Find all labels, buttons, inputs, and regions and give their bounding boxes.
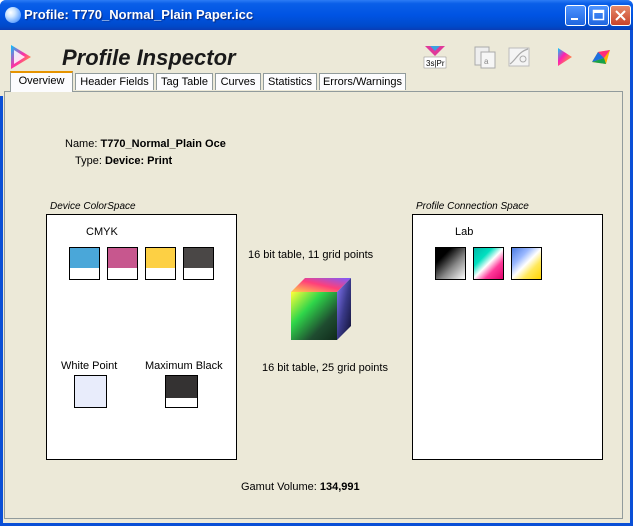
lab-label: Lab bbox=[455, 226, 474, 238]
curves-tool-icon[interactable] bbox=[506, 44, 532, 70]
tab-tag-table[interactable]: Tag Table bbox=[156, 73, 213, 90]
tab-overview[interactable]: Overview bbox=[10, 71, 73, 92]
tag-table-tool-icon[interactable]: a bbox=[472, 44, 498, 70]
tab-header-fields-label: Header Fields bbox=[80, 76, 149, 88]
tab-errors-warnings[interactable]: Errors/Warnings bbox=[319, 73, 406, 90]
black-swatch[interactable] bbox=[183, 247, 214, 280]
device-colorspace-label: Device ColorSpace bbox=[50, 201, 136, 212]
cmyk-label: CMYK bbox=[86, 226, 118, 238]
tab-errors-warnings-label: Errors/Warnings bbox=[322, 76, 403, 88]
gamut-volume-row: Gamut Volume: 134,991 bbox=[241, 481, 360, 493]
svg-text:a: a bbox=[484, 57, 489, 66]
window-title: Profile: T770_Normal_Plain Paper.icc bbox=[24, 7, 254, 22]
tab-tag-table-label: Tag Table bbox=[161, 76, 208, 88]
a2b-table-info: 16 bit table, 11 grid points bbox=[248, 249, 374, 261]
type-value: Device: Print bbox=[104, 155, 173, 167]
minimize-button[interactable] bbox=[565, 5, 586, 26]
cyan-swatch[interactable] bbox=[69, 247, 100, 280]
profile-name-row: Name: T770_Normal_Plain Oce bbox=[65, 138, 226, 150]
lab-l-swatch[interactable] bbox=[435, 247, 466, 280]
b2a-table-info: 16 bit table, 25 grid points bbox=[262, 362, 388, 374]
tab-overview-label: Overview bbox=[18, 75, 65, 87]
yellow-swatch[interactable] bbox=[145, 247, 176, 280]
tab-header-fields[interactable]: Header Fields bbox=[75, 73, 154, 90]
maximize-button[interactable] bbox=[588, 5, 609, 26]
colorwheel-tool-icon[interactable] bbox=[588, 44, 614, 70]
tab-statistics-label: Statistics bbox=[267, 76, 312, 88]
gamut-cube-icon[interactable] bbox=[289, 276, 353, 342]
magenta-swatch[interactable] bbox=[107, 247, 138, 280]
gamut-volume-value: 134,991 bbox=[319, 481, 360, 493]
app-title: Profile Inspector bbox=[62, 45, 236, 70]
type-label: Type: bbox=[75, 155, 102, 167]
app-globe-icon[interactable] bbox=[5, 7, 21, 23]
header-fields-tool-label: 3s|Pr bbox=[426, 59, 445, 68]
max-black-swatch[interactable] bbox=[165, 375, 198, 408]
title-bar[interactable]: Profile: T770_Normal_Plain Paper.icc bbox=[0, 0, 633, 30]
name-label: Name: bbox=[65, 138, 98, 150]
gamut-tool-icon[interactable] bbox=[552, 44, 578, 70]
close-button[interactable] bbox=[610, 5, 631, 26]
white-point-swatch[interactable] bbox=[74, 375, 107, 408]
tab-statistics[interactable]: Statistics bbox=[263, 73, 317, 90]
white-point-label: White Point bbox=[61, 360, 118, 372]
pcs-label: Profile Connection Space bbox=[416, 201, 529, 212]
gamut-volume-label: Gamut Volume: bbox=[241, 481, 317, 493]
max-black-label: Maximum Black bbox=[145, 360, 223, 372]
header-fields-tool-icon[interactable]: 3s|Pr bbox=[422, 44, 448, 70]
name-value: T770_Normal_Plain Oce bbox=[100, 138, 226, 150]
profile-inspector-logo-icon bbox=[8, 44, 34, 73]
lab-a-swatch[interactable] bbox=[473, 247, 504, 280]
profile-type-row: Type: Device: Print bbox=[75, 155, 172, 167]
tab-curves[interactable]: Curves bbox=[215, 73, 261, 90]
tab-curves-label: Curves bbox=[220, 76, 256, 88]
lab-b-swatch[interactable] bbox=[511, 247, 542, 280]
